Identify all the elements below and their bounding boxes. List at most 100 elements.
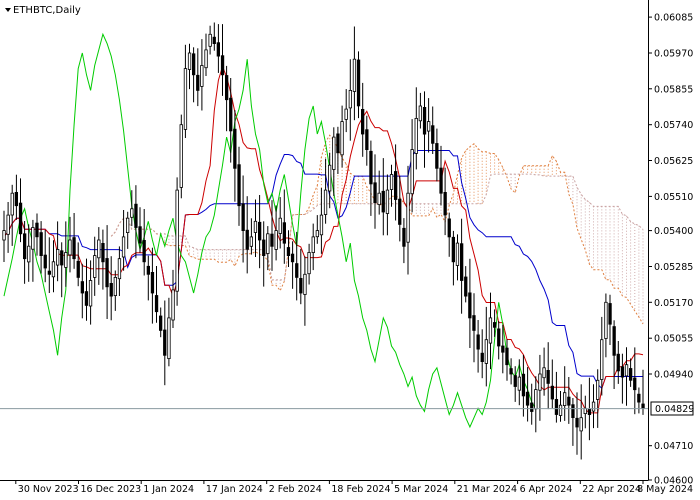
candle-body-up — [2, 230, 6, 241]
candle-body-up — [410, 149, 414, 195]
current-price-badge: 0.04829 — [650, 401, 694, 416]
candle-body-up — [117, 258, 122, 280]
candle-body-up — [126, 217, 130, 233]
candle-body-down — [142, 239, 146, 263]
candle-body-down — [521, 373, 526, 397]
candle-body-down — [196, 74, 200, 91]
candle-body-down — [476, 334, 480, 350]
candle-body-up — [319, 214, 324, 236]
candle-body-up — [406, 192, 410, 243]
y-tick-label: 0.04940 — [654, 370, 693, 381]
candle-body-up — [414, 118, 418, 154]
candle-body-up — [517, 376, 521, 391]
candle-body-down — [356, 59, 361, 107]
y-tick-label: 0.05510 — [654, 192, 693, 203]
candle-body-up — [563, 392, 567, 407]
x-tick-label: 16 Dec 2023 — [81, 484, 142, 495]
candle-body-up — [97, 239, 101, 259]
candle-body-down — [497, 328, 501, 347]
candle-body-down — [286, 247, 291, 257]
candle-body-up — [171, 289, 175, 321]
candle-body-down — [101, 242, 105, 263]
candle-body-down — [464, 276, 468, 297]
candle-body-up — [542, 367, 546, 379]
candle-body-down — [134, 203, 138, 228]
candle-body-down — [435, 143, 439, 169]
candle-body-down — [18, 202, 23, 235]
candle-body-up — [68, 239, 72, 256]
candle-body-down — [72, 237, 76, 260]
candle-body-down — [216, 42, 221, 57]
candle-body-down — [393, 171, 398, 200]
candle-body-up — [418, 105, 423, 122]
candle-body-down — [22, 233, 27, 260]
candle-body-down — [451, 236, 456, 263]
candle-body-up — [6, 214, 10, 235]
candle-body-up — [10, 192, 14, 216]
x-tick-label: 18 Feb 2024 — [331, 484, 390, 495]
y-tick-label: 0.05855 — [654, 84, 693, 95]
candle-body-up — [303, 273, 307, 295]
candle-body-up — [253, 220, 258, 233]
candle-body-up — [352, 58, 357, 92]
current-price-label: 0.04829 — [655, 404, 694, 415]
candle-body-down — [84, 291, 89, 306]
y-tick-label: 0.04710 — [654, 441, 693, 452]
candle-body-down — [402, 227, 406, 247]
candle-body-down — [398, 198, 402, 225]
candle-body-up — [311, 236, 315, 253]
candle-body-up — [624, 364, 629, 377]
y-tick-label: 0.05170 — [654, 298, 693, 309]
candle-body-down — [245, 229, 249, 250]
candle-body-up — [208, 33, 212, 47]
candle-body-down — [47, 270, 51, 275]
candle-body-down — [191, 53, 196, 76]
candle-body-up — [344, 108, 348, 120]
x-tick-label: 8 May 2024 — [637, 484, 693, 495]
candle-body-down — [241, 203, 245, 232]
candle-body-up — [204, 49, 208, 69]
candle-body-down — [612, 326, 616, 356]
candle-body-up — [488, 317, 493, 344]
candle-body-up — [534, 389, 538, 410]
candle-body-up — [426, 121, 431, 132]
candle-body-up — [93, 255, 97, 278]
candle-body-down — [257, 221, 262, 241]
candle-body-up — [200, 65, 204, 87]
candle-body-down — [501, 345, 505, 353]
candle-body-up — [187, 52, 192, 70]
candle-body-down — [530, 402, 534, 412]
candle-body-up — [179, 124, 183, 188]
symbol-title[interactable]: ETHBTC,Daily — [5, 5, 81, 16]
candle-body-down — [587, 408, 592, 415]
candle-body-down — [163, 329, 167, 356]
x-tick-label: 21 Mar 2024 — [457, 484, 517, 495]
x-tick-label: 17 Jan 2024 — [206, 484, 263, 495]
candle-body-up — [88, 280, 93, 307]
candle-body-down — [422, 107, 427, 135]
x-tick-label: 5 Mar 2024 — [394, 484, 448, 495]
candle-body-up — [307, 252, 311, 275]
candle-body-down — [336, 133, 340, 154]
candle-body-up — [175, 189, 179, 292]
x-tick-label: 2 Feb 2024 — [269, 484, 322, 495]
candle-body-down — [220, 55, 225, 76]
candle-body-up — [167, 317, 171, 359]
candle-body-down — [105, 258, 109, 288]
candle-body-down — [262, 239, 266, 257]
candle-body-down — [150, 271, 155, 294]
candle-body-down — [608, 303, 612, 325]
y-tick-label: 0.05055 — [654, 334, 693, 345]
candle-body-up — [389, 174, 394, 190]
candle-body-down — [237, 164, 241, 207]
candle-body-down — [76, 260, 80, 278]
candle-body-up — [604, 301, 608, 339]
candle-body-up — [278, 217, 282, 234]
candle-body-down — [439, 167, 443, 194]
price-chart[interactable]: 0.06085 0.05970 0.05855 0.05740 0.05625 0.055… — [0, 0, 700, 500]
candle-body-down — [224, 75, 229, 101]
x-tick-label: 22 Apr 2024 — [582, 484, 641, 495]
candle-body-down — [513, 375, 517, 387]
candle-body-down — [620, 366, 625, 378]
candle-body-up — [64, 252, 68, 268]
